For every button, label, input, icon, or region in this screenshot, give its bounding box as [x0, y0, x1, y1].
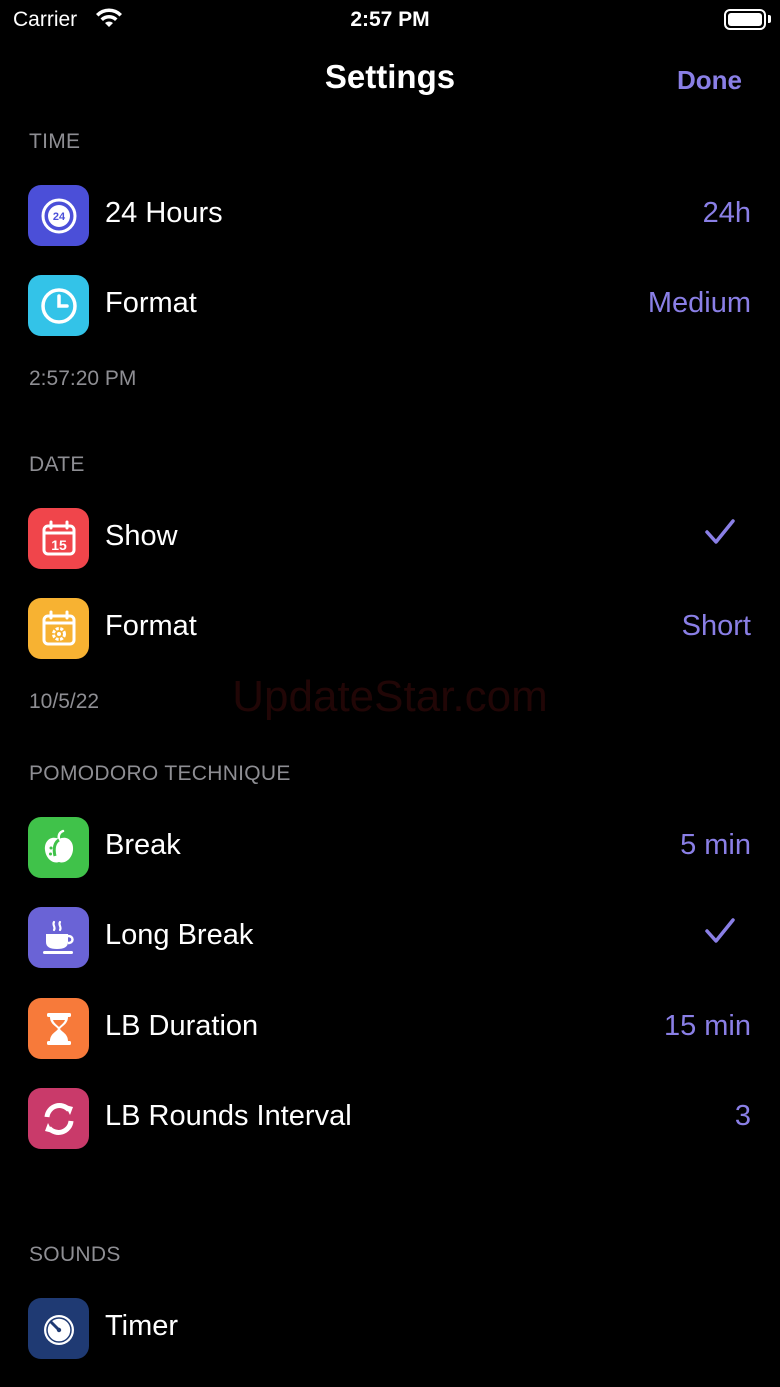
page-title: Settings — [324, 58, 456, 95]
status-time: 2:57 PM — [350, 8, 430, 31]
checkmark-icon — [705, 918, 735, 943]
section-header-pomodoro: POMODORO TECHNIQUE — [29, 762, 291, 785]
row-label: Break — [105, 829, 181, 861]
row-break[interactable]: Break 5 min — [0, 802, 780, 892]
row-label: LB Rounds Interval — [105, 1100, 352, 1132]
row-value: 3 — [734, 1100, 751, 1132]
time-preview: 2:57:20 PM — [29, 367, 137, 390]
row-timer-sound[interactable]: Timer — [0, 1283, 780, 1373]
clock-icon — [28, 275, 89, 336]
row-value: 24h — [702, 197, 751, 229]
row-lb-rounds-interval[interactable]: LB Rounds Interval 3 — [0, 1073, 780, 1163]
row-show-date[interactable]: 15 Show — [0, 493, 780, 583]
row-label: Long Break — [105, 919, 254, 951]
done-button[interactable]: Done — [677, 65, 742, 96]
row-value: 5 min — [680, 829, 751, 861]
coffee-cup-icon — [28, 907, 89, 968]
row-label: 24 Hours — [105, 197, 223, 229]
apple-icon — [28, 817, 89, 878]
row-24-hours[interactable]: 24 24 Hours 24h — [0, 170, 780, 260]
row-lb-duration[interactable]: LB Duration 15 min — [0, 983, 780, 1073]
section-header-sounds: SOUNDS — [29, 1243, 121, 1266]
calendar-gear-icon — [28, 598, 89, 659]
calendar-15-icon: 15 — [28, 508, 89, 569]
checkmark-icon — [705, 519, 735, 544]
row-date-format[interactable]: Format Short — [0, 583, 780, 673]
row-label: LB Duration — [105, 1010, 259, 1042]
row-label: Show — [105, 520, 178, 552]
watermark: UpdateStar.com — [232, 672, 548, 721]
row-label: Format — [105, 287, 197, 319]
hourglass-icon — [28, 998, 89, 1059]
battery-icon — [724, 9, 766, 30]
24-hour-icon: 24 — [28, 185, 89, 246]
status-bar: Carrier 2:57 PM — [0, 0, 780, 44]
section-header-date: DATE — [29, 453, 85, 476]
row-time-format[interactable]: Format Medium — [0, 260, 780, 350]
battery-tip — [768, 15, 771, 23]
cycle-arrows-icon — [28, 1088, 89, 1149]
row-value: 15 min — [663, 1010, 751, 1042]
svg-text:24: 24 — [52, 211, 65, 223]
svg-text:15: 15 — [51, 537, 67, 553]
row-value: Short — [681, 610, 751, 642]
stopwatch-icon — [28, 1298, 89, 1359]
section-header-time: TIME — [29, 130, 81, 153]
row-label: Timer — [105, 1310, 179, 1342]
row-value: Medium — [647, 287, 751, 319]
row-label: Format — [105, 610, 197, 642]
row-long-break[interactable]: Long Break — [0, 892, 780, 982]
